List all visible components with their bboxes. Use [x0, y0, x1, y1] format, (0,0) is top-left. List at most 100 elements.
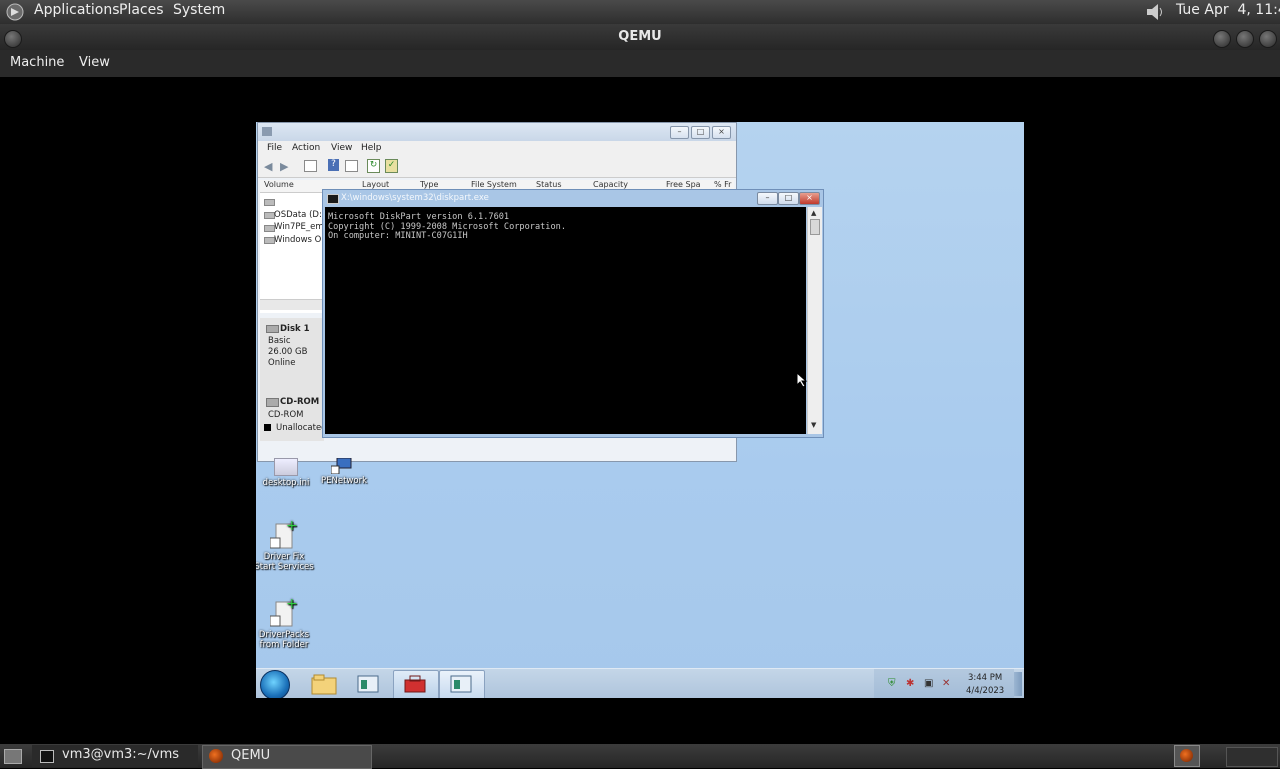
- action-menu[interactable]: Action: [292, 143, 320, 153]
- qemu-menubar: Machine View: [0, 50, 1280, 77]
- settings-file-icon: [274, 458, 298, 476]
- console-taskbar-icon[interactable]: [348, 670, 388, 698]
- installer-icon: +: [269, 518, 298, 550]
- security-tray-icon[interactable]: ⛨: [888, 678, 896, 689]
- maximize-button[interactable]: □: [691, 126, 710, 139]
- top-panel: Applications Places System Tue Apr 4, 11…: [0, 0, 1280, 24]
- system-menu[interactable]: System: [173, 2, 225, 18]
- column-percentfree[interactable]: % Fr: [714, 180, 731, 189]
- unallocated-legend: Unallocated: [276, 423, 327, 433]
- rescan-icon[interactable]: ✓: [385, 159, 398, 173]
- svg-text:+: +: [286, 596, 298, 612]
- refresh-icon[interactable]: ↻: [367, 159, 380, 173]
- forward-icon[interactable]: ▶: [280, 160, 288, 173]
- column-volume[interactable]: Volume: [264, 180, 294, 189]
- column-filesystem[interactable]: File System: [471, 180, 517, 189]
- cdrom-icon: [266, 398, 279, 407]
- desktop-icon-driver-fix[interactable]: + Driver Fix Start Services: [256, 518, 314, 572]
- diskmgmt-taskbar-icon[interactable]: [439, 670, 485, 698]
- file-menu[interactable]: File: [267, 143, 282, 153]
- diskpart-title: X:\windows\system32\diskpart.exe: [341, 193, 489, 203]
- help-menu[interactable]: Help: [361, 143, 382, 153]
- desktop-icon-penetwork[interactable]: PENetwork: [314, 457, 374, 486]
- volume-row[interactable]: Windows O: [274, 235, 321, 245]
- installer-icon: +: [269, 596, 298, 628]
- column-freespace[interactable]: Free Spa: [666, 180, 701, 189]
- disk1-name: Disk 1: [280, 324, 310, 334]
- qemu-icon: [1180, 749, 1193, 762]
- minimize-button[interactable]: –: [757, 192, 778, 205]
- console-output[interactable]: Microsoft DiskPart version 6.1.7601 Copyr…: [325, 207, 806, 434]
- qemu-window-title: QEMU: [618, 29, 662, 44]
- start-button[interactable]: [260, 670, 290, 698]
- diskpart-titlebar[interactable]: X:\windows\system32\diskpart.exe – □ ×: [323, 190, 823, 206]
- network-icon: [330, 457, 357, 475]
- desktop-icon-desktop-ini[interactable]: desktop.ini: [256, 458, 316, 488]
- tray-date[interactable]: 4/4/2023: [966, 686, 1004, 696]
- diskpart-window[interactable]: X:\windows\system32\diskpart.exe – □ × M…: [322, 189, 824, 438]
- column-layout[interactable]: Layout: [362, 180, 389, 189]
- app-icon: [262, 127, 272, 136]
- disk-management-titlebar[interactable]: – □ ×: [258, 123, 736, 141]
- network-tray-icon[interactable]: ▣: [924, 678, 933, 689]
- guest-screen[interactable]: – □ × File Action View Help ◀ ▶ ? ↻ ✓ Vo…: [256, 122, 1024, 698]
- workspace-qemu-icon[interactable]: [1174, 745, 1200, 767]
- scroll-thumb[interactable]: [810, 219, 820, 235]
- svg-text:+: +: [286, 518, 298, 534]
- close-icon[interactable]: [1259, 30, 1277, 48]
- volume-row[interactable]: Win7PE_em: [274, 222, 324, 232]
- tray-time[interactable]: 3:44 PM: [968, 673, 1002, 683]
- maximize-icon[interactable]: [1236, 30, 1254, 48]
- workspace-switcher[interactable]: [1226, 747, 1278, 767]
- console-icon: [327, 194, 339, 204]
- volume-list[interactable]: OSData (D:) Win7PE_em Windows O: [260, 193, 325, 313]
- desktop-icon-label: PENetwork: [321, 476, 367, 486]
- vertical-scrollbar[interactable]: ▲ ▼: [807, 207, 822, 434]
- column-type[interactable]: Type: [420, 180, 438, 189]
- machine-menu[interactable]: Machine: [10, 55, 64, 70]
- disk-icon: [266, 325, 279, 333]
- applications-menu[interactable]: Applications: [34, 2, 120, 18]
- window-menu-icon[interactable]: [4, 30, 22, 48]
- disk1-size: 26.00 GB: [268, 347, 308, 357]
- close-button[interactable]: ×: [799, 192, 820, 205]
- qemu-icon: [209, 749, 223, 763]
- scroll-up-icon[interactable]: ▲: [811, 209, 816, 217]
- disk1-type: Basic: [268, 336, 291, 346]
- close-button[interactable]: ×: [712, 126, 731, 139]
- task-terminal-label: vm3@vm3:~/vms: [62, 747, 180, 762]
- disk-management-menubar: File Action View Help: [258, 141, 736, 155]
- disk-graphical-view[interactable]: Disk 1 Basic 26.00 GB Online CD-ROM 0 CD…: [260, 318, 328, 441]
- task-qemu[interactable]: QEMU: [202, 745, 372, 769]
- view-menu-guest[interactable]: View: [331, 143, 352, 153]
- show-desktop-button[interactable]: [1014, 672, 1022, 696]
- maximize-button[interactable]: □: [778, 192, 799, 205]
- speaker-muted-tray-icon[interactable]: ✕: [942, 678, 950, 689]
- desktop-icon-driverpacks[interactable]: + DriverPacks from Folder: [256, 596, 314, 650]
- horizontal-scrollbar[interactable]: [260, 299, 322, 310]
- help-icon[interactable]: ?: [328, 159, 339, 171]
- properties-icon[interactable]: [304, 160, 317, 172]
- column-status[interactable]: Status: [536, 180, 562, 189]
- show-desktop-icon[interactable]: [4, 749, 22, 764]
- places-menu[interactable]: Places: [119, 2, 164, 18]
- back-icon[interactable]: ◀: [264, 160, 272, 173]
- panel-icon[interactable]: [345, 160, 358, 172]
- qemu-titlebar: QEMU: [0, 24, 1280, 50]
- disk1-status: Online: [268, 358, 296, 368]
- task-terminal[interactable]: vm3@vm3:~/vms: [32, 745, 198, 767]
- volume-icon[interactable]: [1144, 2, 1166, 26]
- clock[interactable]: Tue Apr 4, 11:44: [1176, 2, 1280, 18]
- bottom-panel: vm3@vm3:~/vms QEMU: [0, 744, 1280, 769]
- column-capacity[interactable]: Capacity: [593, 180, 628, 189]
- scroll-down-icon[interactable]: ▼: [811, 421, 816, 429]
- minimize-icon[interactable]: [1213, 30, 1231, 48]
- volume-row[interactable]: OSData (D:): [274, 210, 325, 220]
- usb-tray-icon[interactable]: ✱: [906, 678, 914, 689]
- gnome-foot-icon[interactable]: [6, 3, 24, 21]
- explorer-taskbar-icon[interactable]: [304, 670, 344, 698]
- toolbox-taskbar-icon[interactable]: [393, 670, 439, 698]
- desktop-icon-label: Driver Fix Start Services: [256, 552, 314, 572]
- minimize-button[interactable]: –: [670, 126, 689, 139]
- view-menu[interactable]: View: [79, 55, 110, 70]
